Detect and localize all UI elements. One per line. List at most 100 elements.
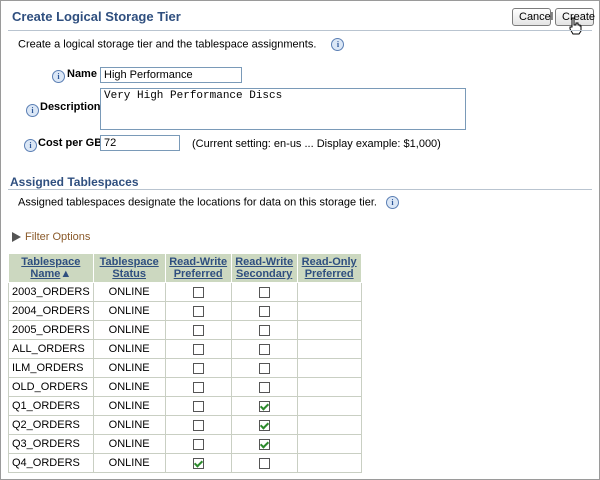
ro-preferred-cell	[296, 358, 362, 378]
rw-preferred-checkbox[interactable]	[192, 305, 204, 317]
tablespace-name-cell: 2004_ORDERS	[8, 301, 94, 321]
cost-hint: (Current setting: en-us ... Display exam…	[192, 138, 441, 150]
rw-preferred-cell	[164, 396, 232, 416]
tablespace-name-cell: Q1_ORDERS	[8, 396, 94, 416]
tablespace-status-sort-link[interactable]: Tablespace Status	[100, 256, 159, 280]
ro-preferred-cell	[296, 320, 362, 340]
ro-preferred-cell	[296, 301, 362, 321]
tablespace-name-cell: Q4_ORDERS	[8, 453, 94, 473]
filter-options-label: Filter Options	[25, 231, 91, 243]
column-header-tablespace-name[interactable]: Tablespace Name▲	[8, 253, 94, 283]
table-row: ILM_ORDERS ONLINE	[8, 358, 362, 378]
ro-preferred-cell	[296, 282, 362, 302]
info-icon[interactable]: i	[331, 38, 345, 51]
rw-preferred-cell	[164, 320, 232, 340]
rw-preferred-checkbox[interactable]	[192, 324, 204, 336]
rw-preferred-cell	[164, 282, 232, 302]
ro-preferred-cell	[296, 415, 362, 435]
rw-preferred-cell	[164, 415, 232, 435]
page-title: Create Logical Storage Tier	[12, 9, 181, 24]
rw-secondary-checkbox[interactable]	[258, 400, 270, 412]
ro-preferred-cell	[296, 453, 362, 473]
rw-secondary-checkbox[interactable]	[258, 305, 270, 317]
tablespace-status-cell: ONLINE	[92, 434, 166, 454]
ro-preferred-sort-link[interactable]: Read-Only Preferred	[302, 256, 357, 280]
info-icon[interactable]: i	[24, 139, 37, 152]
tablespace-status-cell: ONLINE	[92, 282, 166, 302]
tablespace-status-cell: ONLINE	[92, 396, 166, 416]
rw-secondary-cell	[230, 415, 298, 435]
cost-per-gb-field[interactable]: 72	[100, 135, 180, 151]
rw-preferred-cell	[164, 358, 232, 378]
rw-preferred-checkbox[interactable]	[192, 362, 204, 374]
table-row: Q3_ORDERS ONLINE	[8, 434, 362, 454]
tablespace-name-sort-link[interactable]: Tablespace Name	[21, 256, 80, 280]
tablespace-name-cell: ILM_ORDERS	[8, 358, 94, 378]
cancel-button[interactable]: Cancel	[512, 8, 553, 26]
rw-preferred-checkbox[interactable]	[192, 400, 204, 412]
rw-secondary-checkbox[interactable]	[258, 457, 270, 469]
rw-secondary-cell	[230, 434, 298, 454]
rw-secondary-sort-link[interactable]: Read-Write Secondary	[235, 256, 293, 280]
rw-secondary-cell	[230, 282, 298, 302]
rw-preferred-checkbox[interactable]	[192, 381, 204, 393]
column-header-tablespace-status[interactable]: Tablespace Status	[92, 253, 166, 283]
rw-secondary-checkbox[interactable]	[258, 419, 270, 431]
tablespace-table: Tablespace Name▲ Tablespace Status Read-…	[8, 253, 362, 473]
rw-secondary-checkbox[interactable]	[258, 343, 270, 355]
table-row: Q2_ORDERS ONLINE	[8, 415, 362, 435]
rw-secondary-checkbox[interactable]	[258, 286, 270, 298]
tablespace-status-cell: ONLINE	[92, 301, 166, 321]
rw-preferred-cell	[164, 453, 232, 473]
tablespace-name-cell: Q2_ORDERS	[8, 415, 94, 435]
table-row: ALL_ORDERS ONLINE	[8, 339, 362, 359]
tablespace-status-cell: ONLINE	[92, 320, 166, 340]
rw-preferred-cell	[164, 434, 232, 454]
assigned-description-label: Assigned tablespaces designate the locat…	[18, 196, 377, 209]
tablespace-name-cell: OLD_ORDERS	[8, 377, 94, 397]
tablespace-name-cell: 2005_ORDERS	[8, 320, 94, 340]
column-header-rw-secondary[interactable]: Read-Write Secondary	[230, 253, 298, 283]
rw-secondary-checkbox[interactable]	[258, 362, 270, 374]
table-row: OLD_ORDERS ONLINE	[8, 377, 362, 397]
tablespace-name-cell: 2003_ORDERS	[8, 282, 94, 302]
instruction-label: Create a logical storage tier and the ta…	[18, 38, 317, 51]
column-header-rw-preferred[interactable]: Read-Write Preferred	[164, 253, 232, 283]
rw-secondary-checkbox[interactable]	[258, 438, 270, 450]
filter-triangle-icon	[12, 232, 21, 243]
tablespace-name-cell: Q3_ORDERS	[8, 434, 94, 454]
filter-options-toggle[interactable]: Filter Options	[12, 231, 90, 243]
description-field[interactable]: Very High Performance Discs	[100, 88, 466, 130]
rw-preferred-cell	[164, 301, 232, 321]
rw-secondary-checkbox[interactable]	[258, 381, 270, 393]
column-header-ro-preferred[interactable]: Read-Only Preferred	[296, 253, 362, 283]
table-row: 2005_ORDERS ONLINE	[8, 320, 362, 340]
tablespace-status-cell: ONLINE	[92, 339, 166, 359]
assigned-description: Assigned tablespaces designate the locat…	[18, 196, 400, 209]
rw-preferred-cell	[164, 339, 232, 359]
name-field[interactable]: High Performance	[100, 67, 242, 83]
description-label: Description	[40, 101, 101, 113]
rw-secondary-cell	[230, 320, 298, 340]
rw-preferred-checkbox[interactable]	[192, 457, 204, 469]
rw-preferred-checkbox[interactable]	[192, 419, 204, 431]
table-row: Q1_ORDERS ONLINE	[8, 396, 362, 416]
ro-preferred-cell	[296, 434, 362, 454]
rw-preferred-checkbox[interactable]	[192, 286, 204, 298]
info-icon[interactable]: i	[26, 104, 39, 117]
cost-label: Cost per GB	[38, 137, 103, 149]
rw-secondary-checkbox[interactable]	[258, 324, 270, 336]
section-divider	[8, 189, 592, 190]
rw-secondary-cell	[230, 301, 298, 321]
tablespace-status-cell: ONLINE	[92, 453, 166, 473]
rw-preferred-checkbox[interactable]	[192, 343, 204, 355]
rw-secondary-cell	[230, 358, 298, 378]
table-row: 2004_ORDERS ONLINE	[8, 301, 362, 321]
ro-preferred-cell	[296, 396, 362, 416]
rw-preferred-checkbox[interactable]	[192, 438, 204, 450]
rw-secondary-cell	[230, 396, 298, 416]
rw-preferred-sort-link[interactable]: Read-Write Preferred	[169, 256, 227, 280]
info-icon[interactable]: i	[52, 70, 65, 83]
info-icon[interactable]: i	[386, 196, 400, 209]
tablespace-status-cell: ONLINE	[92, 358, 166, 378]
